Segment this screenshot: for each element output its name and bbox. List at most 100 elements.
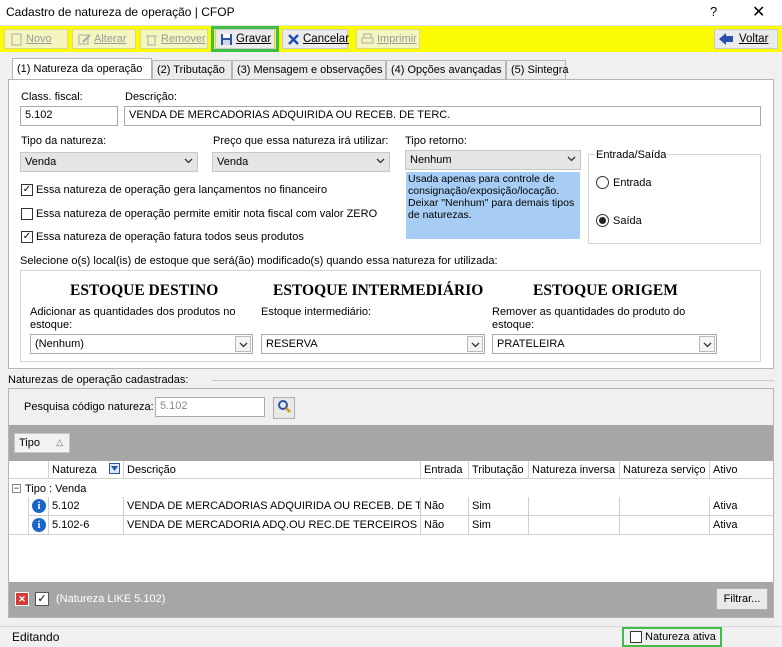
tipo-natureza-select[interactable]: Venda [20,152,198,172]
tab-mensagem[interactable]: (3) Mensagem e observações [232,60,386,80]
radio-selected-dot [599,217,606,224]
header-natureza-label: Natureza [52,464,97,476]
checkbox-valor-zero[interactable]: Essa natureza de operação permite emitir… [21,208,377,220]
search-input[interactable]: 5.102 [155,397,265,417]
estoque-destino-label: Adicionar as quantidades dos produtos no… [30,306,236,331]
info-icon: i [32,499,46,513]
help-button[interactable]: ? [710,4,717,19]
entrada-saida-title: Entrada/Saída [595,149,668,161]
collapse-icon[interactable]: − [12,484,21,493]
radio-saida[interactable]: Saída [596,214,642,227]
save-icon [220,32,233,46]
natureza-ativa-label: Natureza ativa [645,631,716,643]
radio-entrada-circle[interactable] [596,176,609,189]
tab-tributacao[interactable]: (2) Tributação [152,60,232,80]
cancel-icon [287,32,300,46]
group-tipo-chip[interactable]: Tipo △ [14,433,70,453]
radio-entrada[interactable]: Entrada [596,176,652,189]
checkbox-fatura[interactable]: ✓ Essa natureza de operação fatura todos… [21,231,304,243]
sort-asc-icon: △ [56,437,63,447]
list-section-label: Naturezas de operação cadastradas: [8,374,189,386]
tab-opcoes[interactable]: (4) Opções avançadas [386,60,506,80]
radio-entrada-label: Entrada [613,176,652,189]
entrada-saida-group [588,154,761,244]
header-servico[interactable]: Natureza serviço [620,461,710,479]
title-bar: Cadastro de natureza de operação | CFOP … [0,0,782,26]
cell-ativo: Ativa [710,497,773,516]
checkbox-fatura-box[interactable]: ✓ [21,231,33,243]
clear-filter-icon[interactable]: ✕ [15,592,29,606]
imprimir-button[interactable]: Imprimir [356,29,420,49]
class-fiscal-input[interactable]: 5.102 [20,106,118,126]
estoque-origem-select[interactable]: PRATELEIRA [492,334,717,354]
checkbox-financeiro[interactable]: ✓ Essa natureza de operação gera lançame… [21,184,327,196]
imprimir-label: Imprimir [377,33,417,45]
cell-descricao: VENDA DE MERCADORIAS ADQUIRIDA OU RECEB.… [124,497,421,516]
cell-natureza: 5.102 [49,497,124,516]
gravar-button[interactable]: Gravar [215,29,275,49]
group-tipo-label: Tipo [19,437,40,449]
cell-natureza: 5.102-6 [49,516,124,535]
close-button[interactable]: ✕ [752,2,765,22]
filtrar-button[interactable]: Filtrar... [716,588,768,610]
header-entrada[interactable]: Entrada [421,461,469,479]
preco-select[interactable]: Venda [212,152,390,172]
filter-icon[interactable] [109,463,120,477]
estoque-destino-title: ESTOQUE DESTINO [70,282,219,299]
cell-tributacao: Sim [469,497,529,516]
grid-header: Natureza Descrição Entrada Tributação Na… [9,461,773,479]
radio-saida-label: Saída [613,214,642,227]
row-icon-cell: i [29,497,49,516]
tipo-retorno-select[interactable]: Nenhum [405,150,581,170]
alterar-button[interactable]: Alterar [72,29,136,49]
estoque-inter-select[interactable]: RESERVA [261,334,485,354]
checkbox-valor-zero-label: Essa natureza de operação permite emitir… [36,208,378,220]
alterar-label: Alterar [94,33,127,45]
tipo-retorno-label: Tipo retorno: [405,135,467,147]
header-tributacao[interactable]: Tributação [469,461,529,479]
header-natureza[interactable]: Natureza [49,461,124,479]
tab-natureza[interactable]: (1) Natureza da operação [12,58,152,80]
tab-sintegra[interactable]: (5) Sintegra [506,60,568,80]
class-fiscal-label: Class. fiscal: [21,91,83,103]
estoque-inter-value: RESERVA [266,338,318,350]
group-row-label: Tipo : Venda [25,483,87,495]
printer-icon [361,32,374,46]
header-inversa[interactable]: Natureza inversa [529,461,620,479]
header-ativo[interactable]: Ativo [710,461,773,479]
remover-label: Remover [161,33,206,45]
search-button[interactable] [273,397,295,419]
filter-enable-checkbox[interactable]: ✓ [35,592,49,606]
cell-ativo: Ativa [710,516,773,535]
arrow-left-icon [719,32,733,46]
chevron-down-icon [699,336,715,352]
info-icon: i [32,518,46,532]
estoque-origem-label: Remover as quantidades do produto do est… [492,306,686,331]
new-icon [9,32,23,46]
natureza-ativa-box[interactable] [630,631,642,643]
checkbox-fatura-label: Essa natureza de operação fatura todos s… [36,231,304,243]
preco-label: Preço que essa natureza irá utilizar: [213,135,389,147]
trash-icon [145,32,158,46]
header-descricao[interactable]: Descrição [124,461,421,479]
novo-button[interactable]: Novo [4,29,68,49]
row-icon-cell: i [29,516,49,535]
edit-icon [77,32,91,46]
cell-entrada: Não [421,497,469,516]
header-spacer [9,461,49,479]
remover-button[interactable]: Remover [140,29,208,49]
table-row[interactable]: i 5.102-6 VENDA DE MERCADORIA ADQ.OU REC… [9,516,773,535]
group-row[interactable]: − Tipo : Venda [9,480,773,497]
voltar-button[interactable]: Voltar [714,29,778,49]
estoque-inter-label: Estoque intermediário: [261,306,372,318]
cell-inversa [529,497,620,516]
cancelar-button[interactable]: Cancelar [282,29,349,49]
descricao-input[interactable]: VENDA DE MERCADORIAS ADQUIRIDA OU RECEB.… [124,106,761,126]
search-icon [277,399,292,417]
checkbox-valor-zero-box[interactable] [21,208,33,220]
radio-saida-circle[interactable] [596,214,609,227]
table-row[interactable]: i 5.102 VENDA DE MERCADORIAS ADQUIRIDA O… [9,497,773,516]
checkbox-financeiro-box[interactable]: ✓ [21,184,33,196]
natureza-ativa-checkbox[interactable]: Natureza ativa [622,627,722,647]
estoque-destino-select[interactable]: (Nenhum) [30,334,253,354]
